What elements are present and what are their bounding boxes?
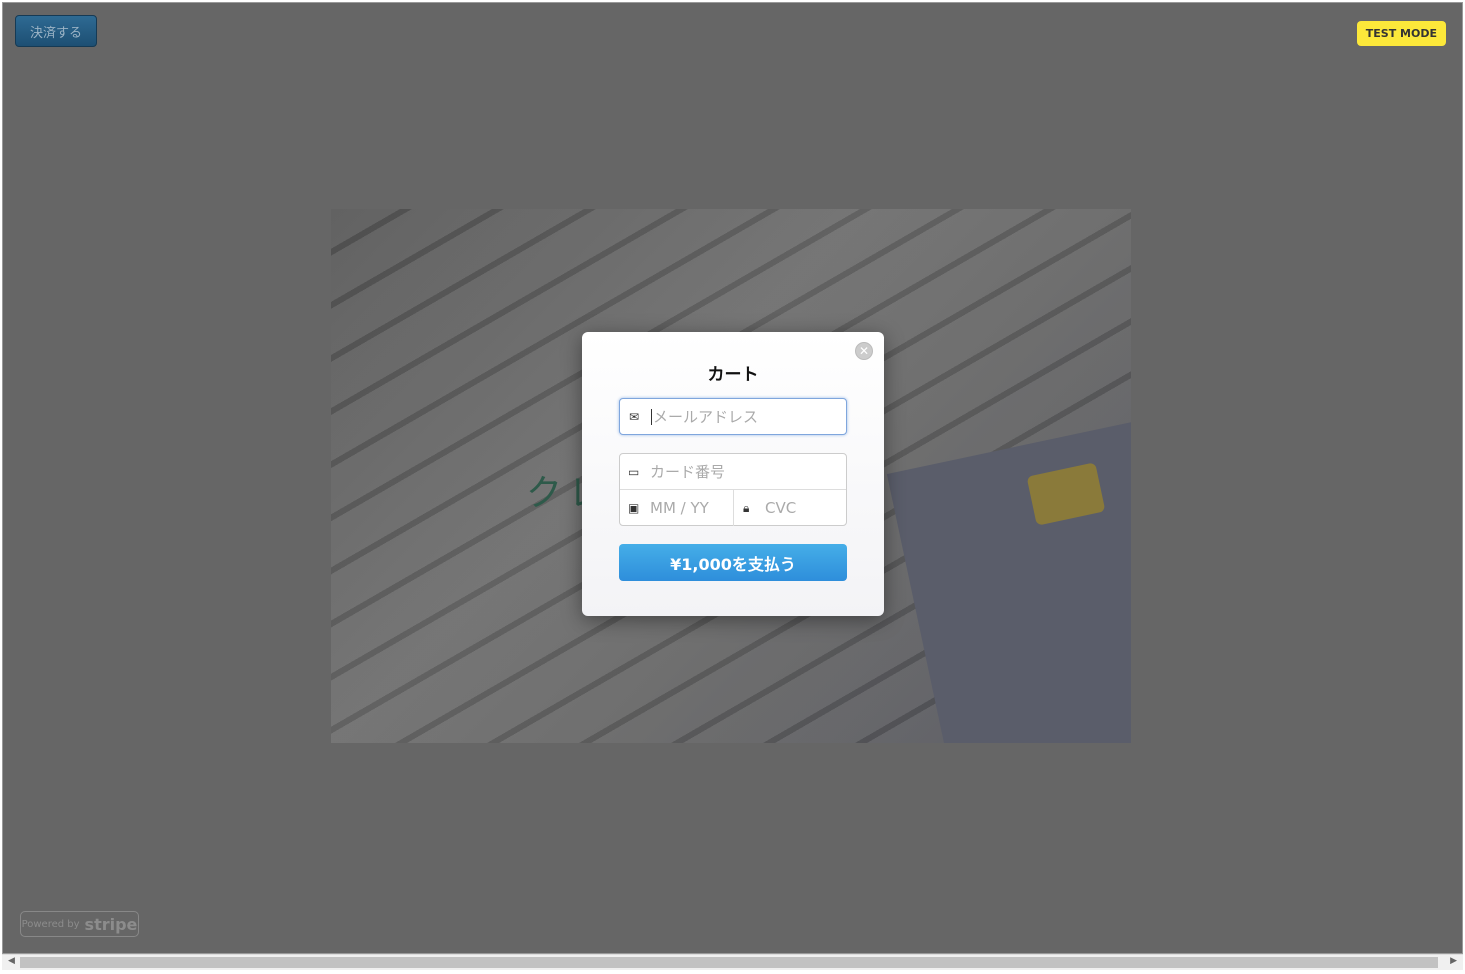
lock-icon: 🔒︎ xyxy=(743,500,750,515)
powered-by-label: Powered by xyxy=(21,918,80,930)
card-number-placeholder: カード番号 xyxy=(650,463,726,481)
credit-card-icon: ▭ xyxy=(628,464,640,479)
powered-by-stripe-link[interactable]: Powered by stripe xyxy=(20,911,139,937)
expiry-field[interactable]: ▣ MM / YY xyxy=(620,490,734,526)
horizontal-scrollbar[interactable]: ◀ ▶ xyxy=(2,954,1463,970)
envelope-icon: ✉ xyxy=(629,409,640,424)
checkout-modal: ✕ カート ✉ メールアドレス ▭ カード番号 ▣ MM / YY 🔒︎ CVC… xyxy=(582,332,884,616)
submit-payment-button[interactable]: ¥1,000を支払う xyxy=(619,544,847,581)
scroll-left-icon[interactable]: ◀ xyxy=(8,956,15,966)
stripe-logo: stripe xyxy=(84,914,138,934)
cvc-field[interactable]: 🔒︎ CVC xyxy=(734,490,846,526)
modal-title: カート xyxy=(707,365,759,385)
email-placeholder: メールアドレス xyxy=(653,408,759,426)
scroll-right-icon[interactable]: ▶ xyxy=(1450,956,1457,966)
scrollbar-thumb[interactable] xyxy=(20,957,1438,968)
close-icon[interactable]: ✕ xyxy=(855,342,873,360)
cvc-placeholder: CVC xyxy=(765,499,797,517)
test-mode-badge: TEST MODE xyxy=(1356,21,1446,46)
expiry-placeholder: MM / YY xyxy=(650,499,709,517)
card-fields: ▭ カード番号 ▣ MM / YY 🔒︎ CVC xyxy=(619,453,847,526)
email-field[interactable]: ✉ メールアドレス xyxy=(619,398,847,435)
pay-button[interactable]: 決済する xyxy=(15,15,97,47)
card-number-field[interactable]: ▭ カード番号 xyxy=(620,454,846,490)
text-cursor xyxy=(651,408,652,425)
calendar-icon: ▣ xyxy=(628,501,640,515)
